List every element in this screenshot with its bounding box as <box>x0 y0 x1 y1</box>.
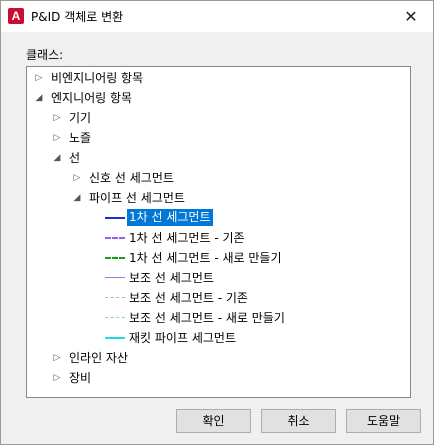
tree-node-nozzle[interactable]: ▷ 노즐 <box>27 128 408 148</box>
tree-node-secondary-line-segment[interactable]: 보조 선 세그먼트 <box>27 268 408 288</box>
tree-node-label: 보조 선 세그먼트 - 기존 <box>129 291 248 305</box>
cancel-button[interactable]: 취소 <box>261 409 336 433</box>
line-style-swatch-icon <box>105 237 125 239</box>
tree-node-equipment[interactable]: ▷ 기기 <box>27 108 408 128</box>
tree-node-label: 기기 <box>69 111 92 125</box>
tree-node-primary-line-segment[interactable]: 1차 선 세그먼트 <box>27 208 408 228</box>
line-style-swatch-icon <box>105 297 125 298</box>
tree-node-label: 노즐 <box>69 131 92 145</box>
tree-node-label: 보조 선 세그먼트 - 새로 만들기 <box>129 311 285 325</box>
collapse-arrow-icon[interactable]: ◢ <box>72 188 82 208</box>
title-bar: A P&ID 객체로 변환 ✕ <box>1 1 433 32</box>
class-label: 클래스: <box>26 48 64 62</box>
tree-node-label: 1차 선 세그먼트 - 새로 만들기 <box>129 251 282 265</box>
line-style-swatch-icon <box>105 317 125 318</box>
close-button[interactable]: ✕ <box>389 1 433 32</box>
tree-node-label: 인라인 자산 <box>69 351 129 365</box>
collapse-arrow-icon[interactable]: ◢ <box>52 148 62 168</box>
line-style-swatch-icon <box>105 277 125 278</box>
autocad-app-icon: A <box>8 8 24 24</box>
line-style-swatch-icon <box>105 257 125 259</box>
tree-node-secondary-line-segment-new[interactable]: 보조 선 세그먼트 - 새로 만들기 <box>27 308 408 328</box>
tree-node-inline-assets[interactable]: ▷ 인라인 자산 <box>27 348 408 368</box>
tree-node-signal-line-segment[interactable]: ▷ 신호 선 세그먼트 <box>27 168 408 188</box>
expand-arrow-icon[interactable]: ▷ <box>72 168 82 188</box>
tree-node-label: 1차 선 세그먼트 <box>127 209 213 226</box>
line-style-swatch-icon <box>105 217 125 219</box>
expand-arrow-icon[interactable]: ▷ <box>52 368 62 388</box>
help-button[interactable]: 도움말 <box>346 409 421 433</box>
tree-node-label: 엔지니어링 항목 <box>51 91 133 105</box>
expand-arrow-icon[interactable]: ▷ <box>52 348 62 368</box>
line-style-swatch-icon <box>105 337 125 339</box>
tree-node-lines[interactable]: ◢ 선 <box>27 148 408 168</box>
expand-arrow-icon[interactable]: ▷ <box>52 108 62 128</box>
tree-node-label: 보조 선 세그먼트 <box>129 271 214 285</box>
tree-node-label: 파이프 선 세그먼트 <box>89 191 185 205</box>
tree-node-label: 재킷 파이프 세그먼트 <box>129 331 236 345</box>
tree-node-label: 1차 선 세그먼트 - 기존 <box>129 231 245 245</box>
dialog-title: P&ID 객체로 변환 <box>31 10 124 24</box>
tree-node-label: 선 <box>69 151 81 165</box>
tree-node-label: 신호 선 세그먼트 <box>89 171 174 185</box>
tree-node-label: 장비 <box>69 371 92 385</box>
expand-arrow-icon[interactable]: ▷ <box>34 68 44 88</box>
tree-node-non-engineering-items[interactable]: ▷ 비엔지니어링 항목 <box>27 68 408 88</box>
tree-node-instruments[interactable]: ▷ 장비 <box>27 368 408 388</box>
tree-node-engineering-items[interactable]: ◢ 엔지니어링 항목 <box>27 88 408 108</box>
ok-button[interactable]: 확인 <box>176 409 251 433</box>
tree-node-pipe-line-segment[interactable]: ◢ 파이프 선 세그먼트 <box>27 188 408 208</box>
expand-arrow-icon[interactable]: ▷ <box>52 128 62 148</box>
dialog-window: A P&ID 객체로 변환 ✕ 클래스: ▷ 비엔지니어링 항목 ◢ 엔지니어링… <box>0 0 434 445</box>
class-tree[interactable]: ▷ 비엔지니어링 항목 ◢ 엔지니어링 항목 ▷ 기기 ▷ 노즐 ◢ 선 ▷ 신… <box>26 66 411 398</box>
tree-node-label: 비엔지니어링 항목 <box>51 71 144 85</box>
tree-node-jacketed-pipe-segment[interactable]: 재킷 파이프 세그먼트 <box>27 328 408 348</box>
tree-node-secondary-line-segment-existing[interactable]: 보조 선 세그먼트 - 기존 <box>27 288 408 308</box>
tree-node-primary-line-segment-new[interactable]: 1차 선 세그먼트 - 새로 만들기 <box>27 248 408 268</box>
tree-node-primary-line-segment-existing[interactable]: 1차 선 세그먼트 - 기존 <box>27 228 408 248</box>
collapse-arrow-icon[interactable]: ◢ <box>34 88 44 108</box>
